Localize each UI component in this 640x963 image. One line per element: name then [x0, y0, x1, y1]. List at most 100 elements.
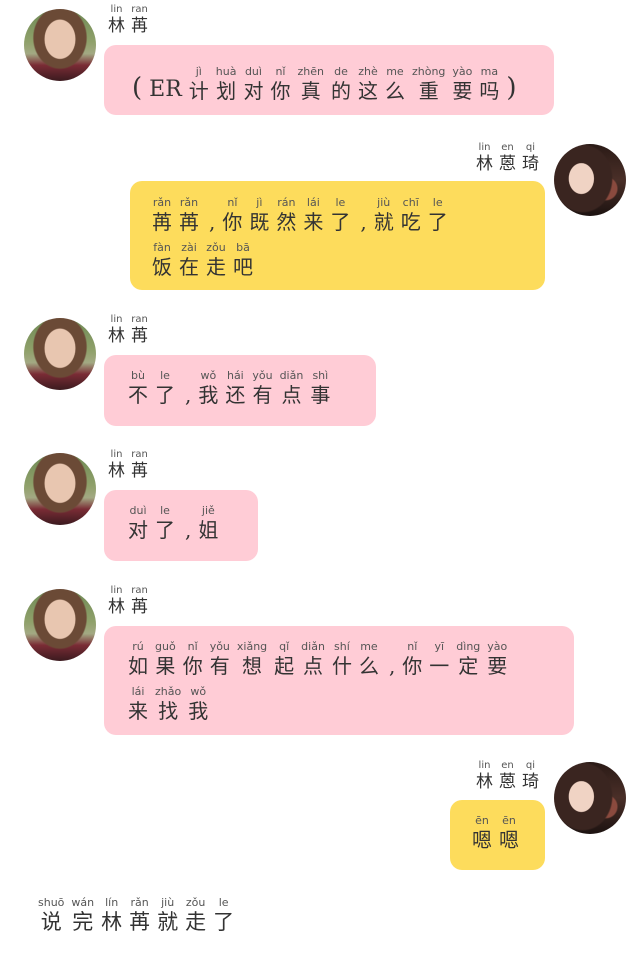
ruby-char: yào 要 [487, 641, 507, 676]
hanzi: 苒 [152, 210, 172, 234]
pinyin: rán [277, 196, 296, 209]
ruby-char: hái 还 [225, 370, 245, 405]
pinyin: de [334, 65, 348, 78]
pinyin: le [335, 196, 346, 209]
hanzi: 既 [249, 210, 270, 234]
hanzi: 饭 [152, 255, 172, 279]
hanzi: 林 [476, 772, 493, 792]
pinyin: le [160, 369, 170, 382]
ruby-char: lin 林 [108, 450, 125, 480]
hanzi: 果 [155, 654, 176, 678]
ruby-char: diǎn 点 [280, 370, 304, 405]
pinyin: lin [110, 449, 123, 460]
ruby-char: zhǎo 找 [155, 686, 181, 721]
pinyin: bā [236, 241, 250, 254]
hanzi: 嗯 [499, 828, 519, 852]
hanzi: 吃 [400, 210, 421, 234]
pinyin: zhēn [297, 65, 324, 78]
hanzi: 我 [188, 699, 209, 723]
ruby-char: zhè 这 [358, 66, 378, 101]
pinyin [209, 197, 215, 208]
hanzi: 在 [179, 255, 199, 279]
hanzi: , [388, 654, 396, 678]
pinyin: yǒu [252, 369, 273, 382]
ruby-char: qi 琦 [522, 761, 539, 791]
pinyin: wán [71, 896, 95, 909]
pinyin [389, 641, 395, 652]
pinyin: jì [195, 65, 202, 78]
pinyin: ēn [475, 814, 489, 827]
hanzi: 吧 [233, 255, 253, 279]
pinyin: hái [226, 369, 244, 382]
message-bubble[interactable]: duì 对 le 了 , jiě 姐 [104, 490, 258, 561]
ruby-char: lin 林 [108, 5, 125, 35]
hanzi: 还 [225, 383, 246, 407]
ruby-char: rǎn 苒 [179, 197, 199, 232]
hanzi: 事 [310, 383, 331, 407]
message-bubble[interactable]: rǎn 苒 rǎn 苒 , nǐ 你 jì 既 rán 然 lái 来 le 了 , jiù 就 chī 吃 le 了… [130, 181, 545, 290]
pinyin: wǒ [190, 685, 207, 698]
ruby-char: duì 对 [128, 505, 148, 540]
pinyin: xiǎng [236, 640, 268, 653]
message-bubble[interactable]: rú 如 guǒ 果 nǐ 你 yǒu 有 xiǎng 想 qǐ 起 diǎn 点 shí 什 me 么 , nǐ 你… [104, 626, 574, 735]
ruby-char: yǒu 有 [210, 641, 230, 676]
ruby-char: wán 完 [71, 897, 94, 933]
hanzi: 了 [213, 910, 235, 934]
pinyin: ma [480, 65, 499, 78]
hanzi: 琦 [522, 772, 539, 792]
hanzi: 了 [427, 210, 448, 234]
hanzi: 重 [418, 79, 439, 103]
avatar-lin-en-qi[interactable] [554, 144, 626, 216]
ruby-char: ran 苒 [131, 5, 148, 35]
ruby-char: zhēn 真 [297, 66, 324, 101]
avatar-lin-ran[interactable] [24, 318, 96, 390]
ruby-char: wǒ 我 [188, 686, 208, 721]
pinyin: ran [131, 314, 148, 325]
hanzi: 么 [384, 79, 405, 103]
pinyin: ran [131, 4, 148, 15]
punctuation: , [185, 370, 191, 405]
hanzi: 了 [155, 518, 175, 542]
ruby-char: diǎn 点 [301, 641, 325, 676]
hanzi: 划 [216, 79, 237, 103]
pinyin: le [218, 896, 229, 909]
pinyin: le [160, 504, 170, 517]
message-bubble[interactable]: bù 不 le 了 , wǒ 我 hái 还 yǒu 有 diǎn 点 shì 事 [104, 355, 376, 426]
pinyin: zhè [358, 65, 378, 78]
pinyin [132, 60, 142, 71]
hanzi: 对 [243, 79, 264, 103]
hanzi: 林 [108, 326, 125, 346]
ruby-char: huà 划 [216, 66, 237, 101]
hanzi: 琦 [522, 154, 539, 174]
message-bubble[interactable]: ( ER jì 计 huà 划 duì 对 nǐ 你 zhēn 真 de 的 zhè 这 me 么 zhòng 重 y… [104, 45, 554, 115]
message-bubble[interactable]: ēn 嗯 ēn 嗯 [450, 800, 545, 870]
hanzi: 林 [476, 154, 493, 174]
message-line: duì 对 le 了 , jiě 姐 [128, 505, 246, 540]
ruby-char: le 了 [155, 370, 175, 405]
avatar-lin-ran[interactable] [24, 453, 96, 525]
sender-name: lin 林 ran 苒 [108, 5, 154, 35]
message-line: ( ER jì 计 huà 划 duì 对 nǐ 你 zhēn 真 de 的 zhè 这 me 么 zhòng 重 y… [132, 60, 536, 101]
pinyin [506, 60, 516, 71]
ruby-char: rán 然 [276, 197, 296, 232]
ruby-char: wǒ 我 [198, 370, 218, 405]
hanzi: 有 [252, 383, 273, 407]
sender-name: lin 林 ran 苒 [108, 450, 154, 480]
pinyin: nǐ [187, 640, 198, 653]
hanzi: 你 [222, 210, 243, 234]
ruby-char: ran 苒 [131, 450, 148, 480]
ruby-char: en 蒽 [499, 761, 516, 791]
avatar-lin-ran[interactable] [24, 9, 96, 81]
ruby-char: shuō 说 [38, 897, 64, 933]
ruby-char: lái 来 [303, 197, 323, 232]
hanzi: 的 [330, 79, 351, 103]
ruby-char: qi 琦 [522, 143, 539, 173]
ruby-char: nǐ 你 [222, 197, 242, 232]
punctuation: , [360, 197, 366, 232]
avatar-lin-en-qi[interactable] [554, 762, 626, 834]
pinyin: shì [312, 369, 329, 382]
pinyin: lin [110, 4, 123, 15]
hanzi: 要 [452, 79, 473, 103]
avatar-lin-ran[interactable] [24, 589, 96, 661]
hanzi: 林 [108, 597, 125, 617]
